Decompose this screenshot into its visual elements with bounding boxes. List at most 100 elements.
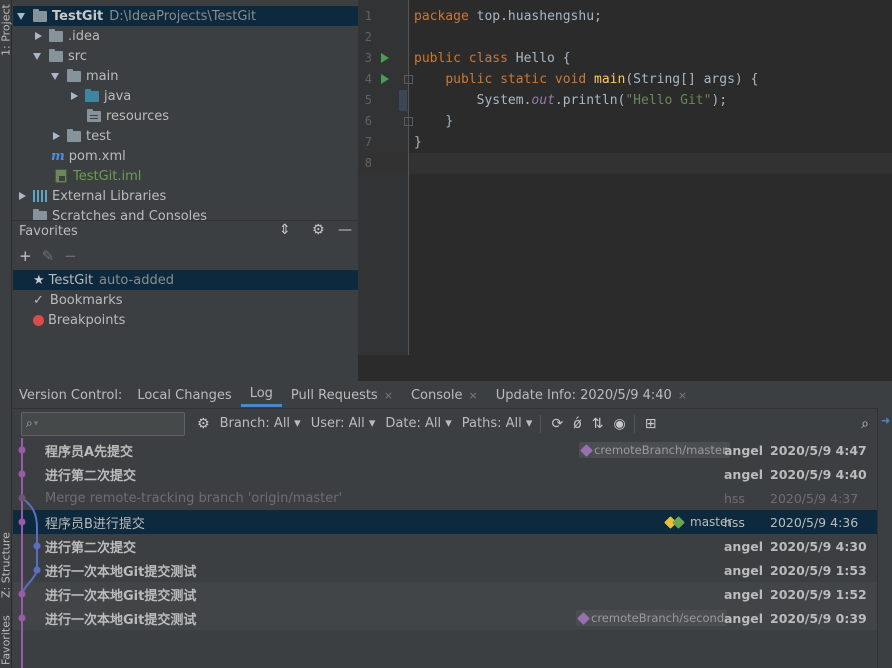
resources-folder-icon [87,108,101,122]
cherry-pick-icon[interactable]: ǿ [573,416,582,432]
eye-icon[interactable]: ◉ [613,416,625,432]
ref-badge: cremoteBranch/second [576,610,728,626]
commit-date: 2020/5/9 4:30 [770,538,867,554]
project-tool-tab[interactable]: 1: Project [0,0,13,60]
tree-item-label: TestGit.iml [73,168,142,184]
favorites-title: Favorites [19,224,78,239]
code-line: 7 } [358,132,892,153]
tree-item-test[interactable]: test [13,126,358,146]
tree-item-label: Scratches and Consoles [52,208,208,221]
commit-message: 进行第二次提交 [45,468,137,484]
line-number: 7 [364,135,372,149]
table-row[interactable]: 进行第二次提交 angel 2020/5/9 4:40 [13,462,877,486]
toolbar-separator [540,414,542,433]
tree-item-src[interactable]: src [13,46,358,66]
close-icon[interactable]: × [678,389,687,402]
tab-update-info[interactable]: Update Info: 2020/5/9 4:40 × [487,383,696,407]
tree-item-iml[interactable]: TestGit.iml [13,166,358,186]
gear-icon[interactable]: ⚙ [312,222,325,238]
table-row[interactable]: Merge remote-tracking branch 'origin/mas… [13,486,877,510]
tree-item-label: External Libraries [52,188,167,204]
search-input[interactable]: ⌕ ▾ [21,411,185,436]
table-row[interactable]: 程序员B进行提交 master hss 2020/5/9 4:36 [13,510,877,534]
tree-item-path: D:\IdeaProjects\TestGit [109,8,257,24]
favorites-item-breakpoints[interactable]: Breakpoints [13,310,358,330]
paths-filter[interactable]: Paths: All ▾ [462,416,533,431]
user-filter[interactable]: User: All ▾ [311,416,376,431]
commit-author: angel [724,610,764,626]
tab-log[interactable]: Log [240,383,282,407]
structure-tool-tab[interactable]: Z: Structure [0,520,13,610]
code-line: 4 public static void main(String[] args)… [358,69,892,90]
tag-icon [577,611,590,625]
tree-item-label: .idea [68,28,100,44]
favorites-header: Favorites [13,220,358,242]
graph-node [18,470,26,478]
chevron-down-icon[interactable] [51,71,61,81]
tree-item-java[interactable]: java [13,86,358,106]
date-filter[interactable]: Date: All ▾ [385,416,451,431]
edit-icon[interactable]: ✎ [42,247,55,265]
chevron-down-icon[interactable] [33,51,43,61]
tree-item-idea[interactable]: .idea [13,26,358,46]
source-folder-icon [85,88,99,102]
tree-item-main[interactable]: main [13,66,358,86]
run-icon[interactable] [381,74,389,84]
graph-node [18,446,26,454]
arrow-right-icon[interactable]: ➜ [881,414,890,427]
favorites-item-bookmarks[interactable]: ✓ Bookmarks [13,290,358,310]
chevron-right-icon[interactable] [51,131,61,141]
favorites-tool-tab[interactable]: Favorites [0,612,13,668]
close-icon[interactable]: × [384,389,393,402]
tree-item-testgit[interactable]: TestGit D:\IdeaProjects\TestGit [13,6,358,26]
commit-message: 程序员A先提交 [45,444,134,460]
chevron-right-icon[interactable] [33,31,43,41]
table-row[interactable]: 进行一次本地Git提交测试 cremoteBranch/second angel… [13,606,877,630]
code-editor[interactable]: 1 package top.huashengshu; 2 3 public cl… [358,0,892,355]
graph-node [18,494,26,502]
tree-item-external-libraries[interactable]: External Libraries [13,186,358,206]
tree-item-resources[interactable]: resources [13,106,358,126]
search-icon: ⌕ [26,416,33,430]
commit-message: 程序员B进行提交 [45,516,145,532]
version-control-tabs: Version Control: Local Changes Log Pull … [13,383,892,407]
table-row[interactable]: 进行一次本地Git提交测试 angel 2020/5/9 1:52 [13,582,877,606]
commit-log-table: 程序员A先提交 cremoteBranch/master angel 2020/… [13,438,877,668]
chevron-down-icon[interactable] [17,11,27,21]
sort-icon[interactable]: ⇅ [592,416,604,432]
close-icon[interactable]: × [469,389,478,402]
favorites-item-testgit[interactable]: ★ TestGit auto-added [13,270,358,290]
commit-author: angel [724,538,764,554]
chevron-right-icon[interactable] [69,91,79,101]
table-row[interactable]: 进行第二次提交 angel 2020/5/9 4:30 [13,534,877,558]
line-number: 1 [364,9,372,23]
go-to-hash-icon[interactable]: ⊞ [645,416,657,432]
refresh-icon[interactable]: ⟳ [551,416,563,432]
table-row[interactable]: 程序员A先提交 cremoteBranch/master angel 2020/… [13,438,877,462]
tree-item-pom[interactable]: m pom.xml [13,146,358,166]
tab-pull-requests[interactable]: Pull Requests × [282,383,402,407]
code-line: 2 [358,27,892,48]
chevron-right-icon[interactable] [17,191,27,201]
add-icon[interactable]: + [19,247,32,265]
table-row[interactable]: 进行一次本地Git提交测试 angel 2020/5/9 1:53 [13,558,877,582]
tab-console[interactable]: Console × [402,383,487,407]
gear-icon[interactable]: ⚙ [197,416,210,432]
search-icon[interactable]: ⌕ [861,416,869,432]
favorites-item-label: Bookmarks [49,292,123,308]
code-text: System.out.println("Hello Git"); [476,93,728,108]
iml-file-icon [55,169,67,183]
minimize-icon[interactable]: — [338,222,352,238]
collapse-all-icon[interactable]: ⇕ [279,222,291,238]
folder-icon [49,28,63,42]
run-icon[interactable] [381,53,389,63]
code-text: } [445,114,454,129]
remove-icon[interactable]: − [64,247,77,265]
tab-local-changes[interactable]: Local Changes [128,383,240,407]
line-number: 6 [364,114,372,128]
line-number: 8 [364,156,372,170]
commit-author: hss [724,490,745,506]
tree-item-scratches[interactable]: Scratches and Consoles [13,206,358,220]
toolbar-separator [633,414,635,433]
branch-filter[interactable]: Branch: All ▾ [220,416,301,431]
